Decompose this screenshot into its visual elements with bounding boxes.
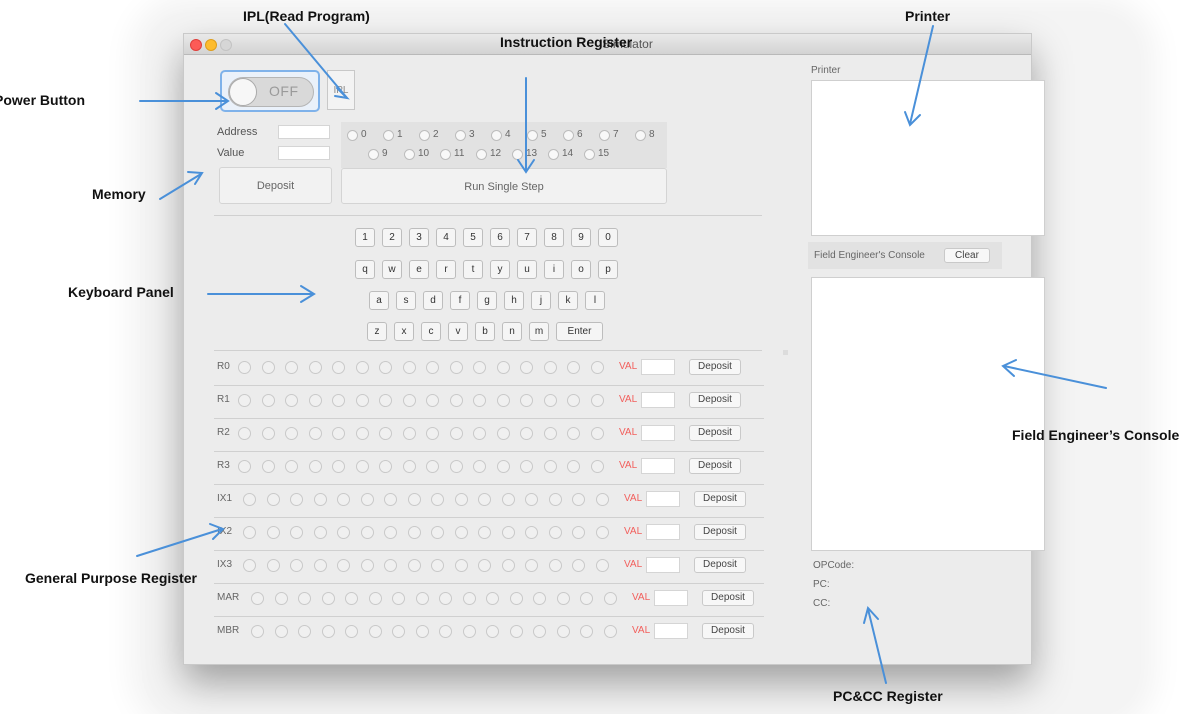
callout-pccc-register: PC&CC Register [833, 688, 943, 704]
callout-general-purpose-register: General Purpose Register [25, 570, 197, 586]
console-arrow [1003, 365, 1107, 389]
callout-memory: Memory [92, 186, 146, 202]
callout-keyboard-panel: Keyboard Panel [68, 284, 174, 300]
callout-printer: Printer [905, 8, 951, 24]
callout-field-engineer-console: Field Engineer’s Console [1012, 427, 1180, 443]
callout-power-button: Power Button [0, 92, 85, 108]
callout-ipl: IPL(Read Program) [243, 8, 370, 24]
annotation-arrows [136, 23, 1107, 684]
callout-instruction-register: Instruction Register [500, 34, 633, 50]
printer-arrow [909, 25, 934, 125]
ipl-arrow [284, 23, 348, 99]
gpr-arrow [136, 528, 223, 557]
memory-arrow [159, 173, 202, 200]
pccc-arrow [867, 608, 887, 684]
